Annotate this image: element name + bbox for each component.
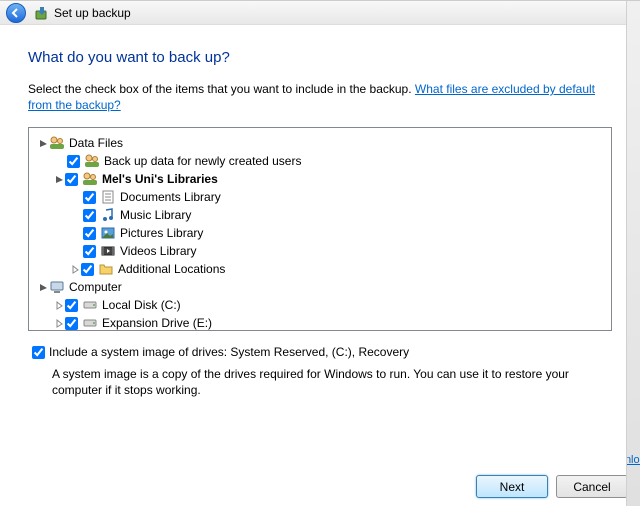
titlebar: Set up backup (0, 1, 640, 25)
checkbox-additional[interactable] (81, 263, 94, 276)
users-icon (82, 171, 98, 187)
tree-node-drive-c[interactable]: Local Disk (C:) (33, 296, 607, 314)
tree-node-data-files[interactable]: Data Files (33, 134, 607, 152)
computer-icon (49, 279, 65, 295)
expander-icon[interactable] (53, 175, 65, 184)
node-label: Documents Library (120, 190, 221, 204)
node-label: Local Disk (C:) (102, 298, 181, 312)
music-icon (100, 207, 116, 223)
node-label: Back up data for newly created users (104, 154, 301, 168)
users-icon (49, 135, 65, 151)
content-area: What do you want to back up? Select the … (0, 25, 640, 398)
drive-icon (82, 297, 98, 313)
checkbox-new-users[interactable] (67, 155, 80, 168)
checkbox-system-image[interactable] (32, 346, 45, 359)
document-icon (100, 189, 116, 205)
system-image-row: Include a system image of drives: System… (28, 345, 612, 359)
node-label: Mel's Uni's Libraries (102, 172, 218, 186)
tree-node-pictures[interactable]: Pictures Library (33, 224, 607, 242)
node-label: Computer (69, 280, 122, 294)
node-label: Data Files (69, 136, 123, 150)
expander-collapsed-icon[interactable] (69, 265, 81, 274)
window-title: Set up backup (54, 6, 131, 20)
checkbox-music[interactable] (83, 209, 96, 222)
back-button[interactable] (6, 3, 26, 23)
expander-icon[interactable] (37, 139, 49, 148)
tree-node-additional[interactable]: Additional Locations (33, 260, 607, 278)
checkbox-documents[interactable] (83, 191, 96, 204)
background-window-edge: wnloa (626, 1, 640, 506)
tree-node-drive-e[interactable]: Expansion Drive (E:) (33, 314, 607, 331)
tree-node-user-libraries[interactable]: Mel's Uni's Libraries (33, 170, 607, 188)
node-label: Videos Library (120, 244, 197, 258)
tree-node-videos[interactable]: Videos Library (33, 242, 607, 260)
expander-collapsed-icon[interactable] (53, 301, 65, 310)
instruction-text: Select the check box of the items that y… (28, 82, 612, 113)
tree-node-new-users[interactable]: Back up data for newly created users (33, 152, 607, 170)
expander-collapsed-icon[interactable] (53, 319, 65, 328)
tree-node-documents[interactable]: Documents Library (33, 188, 607, 206)
page-heading: What do you want to back up? (28, 49, 612, 66)
videos-icon (100, 243, 116, 259)
node-label: Additional Locations (118, 262, 225, 276)
tree-node-computer[interactable]: Computer (33, 278, 607, 296)
backup-items-tree[interactable]: Data Files Back up data for newly create… (28, 127, 612, 331)
checkbox-user-libraries[interactable] (65, 173, 78, 186)
backup-icon (34, 5, 50, 21)
drive-icon (82, 315, 98, 331)
node-label: Music Library (120, 208, 191, 222)
next-button[interactable]: Next (476, 475, 548, 498)
cancel-button[interactable]: Cancel (556, 475, 628, 498)
expander-icon[interactable] (37, 283, 49, 292)
checkbox-videos[interactable] (83, 245, 96, 258)
partial-text: wnloa (626, 454, 640, 466)
footer-buttons: Next Cancel (476, 475, 628, 498)
folder-icon (98, 261, 114, 277)
system-image-label: Include a system image of drives: System… (49, 345, 409, 359)
node-label: Expansion Drive (E:) (102, 316, 212, 330)
node-label: Pictures Library (120, 226, 203, 240)
pictures-icon (100, 225, 116, 241)
checkbox-pictures[interactable] (83, 227, 96, 240)
users-icon (84, 153, 100, 169)
checkbox-drive-c[interactable] (65, 299, 78, 312)
instruction-prefix: Select the check box of the items that y… (28, 82, 415, 96)
checkbox-drive-e[interactable] (65, 317, 78, 330)
backup-wizard-window: Set up backup What do you want to back u… (0, 0, 640, 506)
tree-node-music[interactable]: Music Library (33, 206, 607, 224)
system-image-description: A system image is a copy of the drives r… (52, 367, 612, 398)
